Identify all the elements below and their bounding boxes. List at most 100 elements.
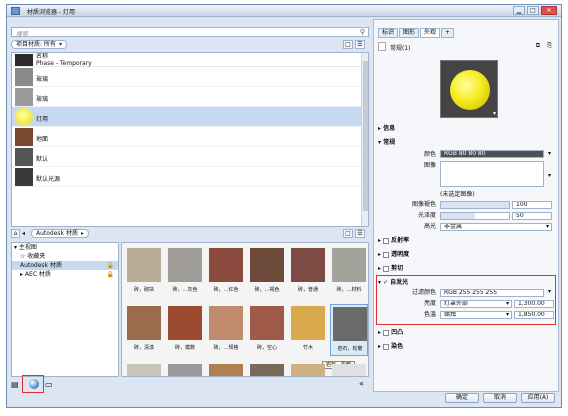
material-tile[interactable]: 砖，…灰色 — [166, 246, 204, 298]
material-tile[interactable]: 岩石，松散 — [330, 304, 368, 356]
material-thumbnail — [15, 148, 33, 166]
material-tile[interactable]: 砖，…红色 — [207, 246, 245, 298]
preview-sphere — [450, 70, 490, 110]
gloss-label: 光泽度 — [417, 212, 436, 219]
material-tile-label: 砖，空心 — [256, 345, 277, 351]
list-scrollbar[interactable] — [361, 53, 368, 226]
section-tint[interactable]: ▸ 染色 — [378, 342, 554, 351]
library-view-icon[interactable]: □ — [343, 229, 353, 238]
tab-add[interactable]: + — [441, 28, 455, 38]
material-tile[interactable] — [248, 362, 286, 376]
tree-item-label: ☆ 收藏夹 — [20, 253, 46, 260]
scroll-thumb[interactable] — [363, 61, 368, 211]
material-tile[interactable] — [289, 362, 327, 376]
minimize-button[interactable]: ▁ — [513, 6, 525, 15]
highlight-box — [376, 275, 556, 325]
section-transparency[interactable]: ▸ 透明度 — [378, 250, 554, 259]
gloss-slider[interactable] — [440, 212, 510, 220]
material-tile[interactable]: 砖，空心 — [248, 304, 286, 356]
add-view-icon[interactable]: □ — [343, 40, 353, 49]
section-general[interactable]: ▾ 常规 — [378, 138, 554, 147]
library-list-icon[interactable]: ☰ — [355, 229, 365, 238]
material-tile[interactable] — [207, 362, 245, 376]
material-tile[interactable]: 砖，…褐色 — [248, 246, 286, 298]
search-input[interactable]: 搜索 ⚲ — [11, 27, 369, 38]
fade-slider[interactable] — [440, 201, 510, 209]
tree-item[interactable]: ▸ AEC 材质 🔒 — [12, 270, 118, 279]
library-dropdown[interactable]: Autodesk 材质 ▸ — [31, 229, 89, 238]
image-dropdown-icon[interactable]: ▾ — [548, 172, 551, 179]
material-tile-label: 砖，普通 — [297, 287, 318, 293]
list-item[interactable]: 默认光源 — [12, 167, 368, 187]
highlight-box — [22, 375, 44, 393]
search-icon[interactable]: ⚲ — [360, 28, 365, 36]
tab-graphics[interactable]: 图形 — [399, 28, 420, 38]
ok-button[interactable]: 确定 — [445, 393, 479, 403]
maximize-button[interactable]: □ — [527, 6, 539, 15]
project-materials-dropdown[interactable]: 项目材质: 所有 ▾ — [11, 40, 67, 49]
material-tile[interactable]: 砖，…规格 — [207, 304, 245, 356]
window-title: 材质浏览器 - 灯用 — [27, 9, 75, 16]
list-item[interactable]: 玻璃 — [12, 87, 368, 107]
transparency-checkbox[interactable] — [383, 251, 390, 258]
material-swatch — [291, 306, 325, 340]
home-icon[interactable]: ⌂ — [11, 229, 20, 238]
color-field[interactable]: RGB 80 80 80 — [440, 150, 544, 158]
section-transparency-label: 透明度 — [391, 251, 410, 258]
folder-icon[interactable]: ▤ — [11, 380, 19, 389]
close-button[interactable]: ✕ — [541, 6, 557, 15]
material-list: 名称 Phase - Temporary 玻璃 玻璃 灯用 地面 默认 默认光源 — [11, 52, 369, 227]
section-tint-label: 染色 — [391, 343, 404, 350]
material-name-label: 默认光源 — [36, 176, 61, 183]
tree-item[interactable]: Autodesk 材质 🔒 — [12, 261, 118, 270]
material-name-label: 默认 — [36, 156, 49, 163]
material-tile[interactable]: 砖，模数 — [166, 304, 204, 356]
material-editor-pane: 标识 图形 外观 + 常规(1) ⧉ ⎘ ▾ ▸ 信息 ▾ 常规 颜色 RGB … — [373, 19, 559, 392]
panel-toggle-icon[interactable]: ▭ — [45, 380, 53, 389]
duplicate-icon[interactable]: ⧉ — [536, 42, 540, 50]
material-tile[interactable]: 砖，砌块 — [125, 246, 163, 298]
image-slot[interactable] — [440, 161, 544, 187]
section-bump[interactable]: ▸ 凹凸 — [378, 328, 554, 337]
search-placeholder: 搜索 — [16, 31, 29, 38]
preview-options-icon[interactable]: ▾ — [493, 110, 496, 117]
replace-icon[interactable]: ⎘ — [547, 42, 552, 50]
section-cutout[interactable]: ▸ 剪切 — [378, 264, 554, 273]
tint-checkbox[interactable] — [383, 343, 390, 350]
back-icon[interactable]: ◂ — [22, 229, 30, 238]
material-tile[interactable]: 砖，普通 — [289, 246, 327, 298]
material-tile[interactable]: 砖，清漆 — [125, 304, 163, 356]
apply-button[interactable]: 应用(A) — [521, 393, 555, 403]
list-item[interactable]: 地面 — [12, 127, 368, 147]
material-tile-label: 砖，清漆 — [133, 345, 154, 351]
material-swatch — [168, 364, 202, 376]
material-tile[interactable] — [330, 362, 368, 376]
material-tile[interactable]: 竹木 — [289, 304, 327, 356]
material-name-label: 灯用 — [36, 116, 49, 123]
tab-appearance[interactable]: 外观 — [420, 28, 441, 38]
color-label: 颜色 — [423, 151, 436, 158]
tree-item[interactable]: ☆ 收藏夹 — [12, 252, 118, 261]
section-info[interactable]: ▸ 信息 — [378, 124, 554, 133]
tree-item-label: ▾ 主视图 — [14, 244, 37, 251]
list-item[interactable]: 默认 — [12, 147, 368, 167]
reflectivity-checkbox[interactable] — [383, 237, 390, 244]
tree-item[interactable]: ▾ 主视图 — [12, 243, 118, 252]
tab-identity[interactable]: 标识 — [378, 28, 399, 38]
highlight-select[interactable]: 非金属 ▾ — [440, 223, 552, 231]
gloss-value[interactable]: 50 — [512, 212, 552, 220]
collapse-icon[interactable]: « — [359, 379, 364, 388]
material-tile[interactable] — [166, 362, 204, 376]
color-dropdown-icon[interactable]: ▾ — [548, 150, 551, 157]
cutout-checkbox[interactable] — [383, 265, 390, 272]
section-reflectivity[interactable]: ▸ 反射率 — [378, 236, 554, 245]
list-item[interactable]: 灯用 — [12, 107, 368, 127]
cancel-button[interactable]: 取消 — [483, 393, 517, 403]
list-item[interactable]: 玻璃 — [12, 67, 368, 87]
material-tile[interactable]: 砖，…材料 — [330, 246, 368, 298]
bump-checkbox[interactable] — [383, 329, 390, 336]
list-view-icon[interactable]: ☰ — [355, 40, 365, 49]
fade-value[interactable]: 100 — [512, 201, 552, 209]
material-tile[interactable] — [125, 362, 163, 376]
material-swatch — [127, 306, 161, 340]
